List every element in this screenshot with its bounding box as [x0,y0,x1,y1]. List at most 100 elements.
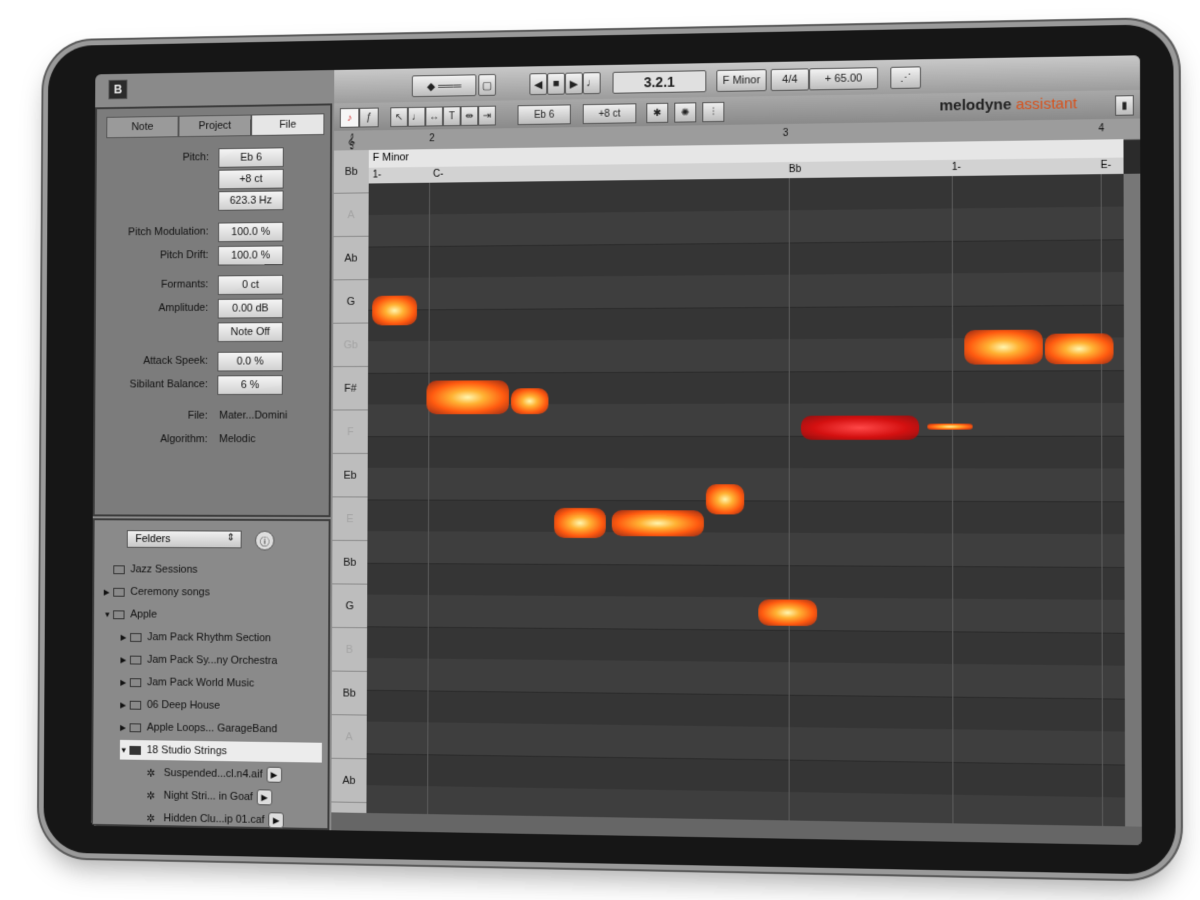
pitch-key[interactable]: Bb [334,150,369,194]
pitch-modulation-field[interactable]: 100.0 % [218,222,283,242]
meter-display[interactable]: 4/4 [771,68,809,91]
note-blob[interactable] [612,510,704,536]
tempo-detect-icon[interactable]: ⋰ [890,66,921,89]
note-blob[interactable] [706,484,744,514]
toolbar-cents-field[interactable]: +8 ct [583,103,637,124]
play-preview-icon[interactable]: ▶ [266,767,282,783]
pitch-key[interactable]: Bb [332,672,367,716]
note-blob[interactable] [964,330,1043,365]
tree-item-label: Night Stri... in Goaf [164,790,253,803]
pitch-key[interactable]: A [334,193,369,237]
pitch-key[interactable]: G [333,280,368,324]
pitch-key[interactable]: A [332,715,367,759]
formants-field[interactable]: 0 ct [218,275,283,295]
folder-selector[interactable]: Felders ⇕ [127,530,242,548]
expand-right-icon[interactable]: ▶ [120,700,130,709]
position-display[interactable]: 3.2.1 [613,70,707,94]
note-blob[interactable] [758,599,817,626]
tempo-display[interactable]: + 65.00 [809,67,878,90]
browser-folder-item[interactable]: ▶ Ceremony songs [104,582,323,603]
pitch-hz-field[interactable]: 623.3 Hz [218,190,283,210]
browser-file-item[interactable]: ✲ Hidden Clu...ip 01.caf ▶ [137,808,322,831]
note-blob[interactable] [426,380,509,414]
tab-note[interactable]: Note [106,116,178,139]
expand-down-icon[interactable]: ▼ [120,745,130,754]
treble-clef-icon[interactable]: 𝄞 [334,130,369,150]
play-icon[interactable]: ▶ [565,72,583,94]
note-off-button[interactable]: Note Off [218,322,283,342]
app-menu-icon[interactable]: B [108,80,127,100]
expand-right-icon[interactable]: ▶ [120,723,130,732]
volume-slider[interactable]: ◆ ═══ [412,74,477,97]
play-preview-icon[interactable]: ▶ [257,789,273,805]
pitch-field[interactable]: Eb 6 [218,147,283,167]
pitch-drift-field[interactable]: 100.0 % [218,245,283,265]
attack-speed-row: Attack Speek: 0.0 % [95,351,333,372]
tab-project[interactable]: Project [178,115,251,138]
amplitude-field[interactable]: 0.00 dB [218,298,283,318]
note-blob[interactable] [511,388,549,414]
browser-folder-item[interactable]: ▶ Apple Loops... GarageBand [120,717,322,739]
pitch-key[interactable]: F# [333,367,368,411]
view-toggle-icon[interactable]: ▢ [478,74,496,96]
pitch-key[interactable]: F [333,410,368,454]
expand-right-icon[interactable]: ▶ [120,678,130,687]
expand-right-icon[interactable]: ▶ [120,655,130,664]
bar-line [789,178,790,839]
play-preview-icon[interactable]: ▶ [268,812,284,828]
pitch-cents-field[interactable]: +8 ct [218,169,283,189]
pitch-key[interactable]: E [332,497,367,541]
note-blob[interactable] [927,424,972,430]
expand-right-icon[interactable]: ▶ [104,587,114,596]
algorithm-value: Melodic [219,433,255,445]
pitch-modulation-tool-icon[interactable]: ♩ [408,107,426,127]
attack-speed-field[interactable]: 0.0 % [217,352,282,372]
browser-folder-item[interactable]: ▼ Apple [104,604,323,625]
audio-file-icon: ✲ [146,812,158,825]
browser-folder-item[interactable]: ▶ Jam Pack World Music [120,672,322,694]
macro-timing-icon[interactable]: ✺ [674,102,696,122]
note-blob[interactable] [554,508,606,538]
pitch-drift-tool-icon[interactable]: ƒ [359,108,378,128]
pitch-key[interactable]: Gb [333,324,368,368]
note-blob[interactable] [372,296,417,326]
browser-folder-item[interactable]: ▶ Jam Pack Rhythm Section [121,627,323,649]
window-toggle-icon[interactable]: ▮ [1115,95,1134,116]
browser-folder-item[interactable]: ▶ Jam Pack Sy...ny Orchestra [120,650,322,672]
formant-tool-icon[interactable]: T [443,106,461,126]
rewind-icon[interactable]: ◀ [529,73,547,95]
browser-file-item[interactable]: ✲ Suspended...cl.n4.aif ▶ [137,763,322,786]
note-grid[interactable] [366,174,1125,845]
note-blob[interactable] [1045,333,1114,364]
main-tool-icon[interactable]: ↖ [390,107,408,127]
vertical-scrollbar[interactable] [1124,174,1142,846]
selected-note-blob[interactable] [801,416,919,440]
info-icon[interactable]: ⓘ [255,531,274,551]
browser-folder-item[interactable]: ▶ 06 Deep House [120,695,322,717]
quantize-icon[interactable]: ⫶ [702,102,724,122]
sibilant-balance-field[interactable]: 6 % [217,375,282,395]
browser-folder-item[interactable]: Jazz Sessions [104,559,323,580]
browser-file-item[interactable]: ✲ Night Stri... in Goaf ▶ [137,785,322,808]
pitch-key[interactable]: Ab [331,759,366,803]
expand-down-icon[interactable]: ▼ [104,610,114,619]
browser-folder-item[interactable]: ▼ 18 Studio Strings [120,740,322,763]
key-display[interactable]: F Minor [716,69,766,92]
pitch-key[interactable]: Ab [333,237,368,281]
sibilant-balance-row: Sibilant Balance: 6 % [95,375,333,395]
tab-file[interactable]: File [251,113,324,136]
amplitude-tool-icon[interactable]: ⇹ [461,106,479,126]
pitch-key[interactable]: G [332,584,367,628]
timing-tool-icon[interactable]: ↔ [425,106,443,126]
pitch-tool-icon[interactable]: ♪ [340,108,359,128]
pitch-key[interactable]: B [332,628,367,672]
separation-tool-icon[interactable]: ⇥ [478,106,496,126]
pitch-key[interactable]: Eb [333,454,368,498]
expand-right-icon[interactable]: ▶ [121,632,131,641]
pitch-key[interactable]: Bb [332,541,367,585]
stop-icon[interactable]: ■ [547,73,565,95]
macro-pitch-icon[interactable]: ✱ [646,103,668,123]
metronome-icon[interactable]: ♩ [583,72,601,94]
toolbar-pitch-field[interactable]: Eb 6 [518,104,571,125]
algorithm-label: Algorithm: [160,433,207,445]
